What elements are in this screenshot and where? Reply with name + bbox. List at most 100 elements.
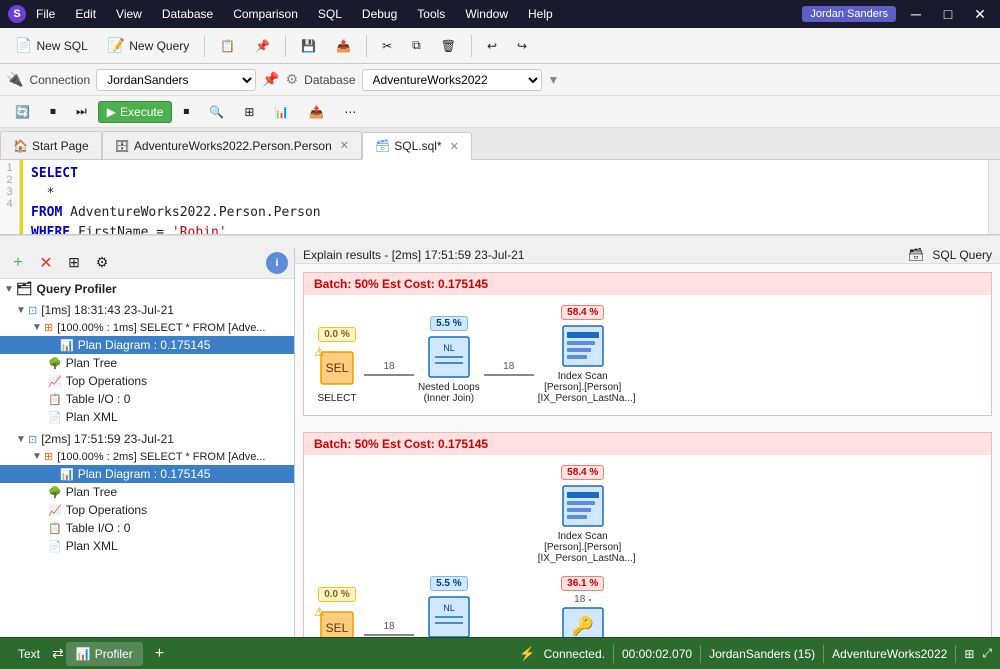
editor-text[interactable]: SELECT * FROM AdventureWorks2022.Person.… bbox=[23, 160, 988, 234]
menu-tools[interactable]: Tools bbox=[413, 5, 449, 23]
connection-icon: 🔌 bbox=[6, 71, 23, 88]
expand-all-button[interactable]: ⊞ bbox=[62, 251, 86, 275]
tab-sql-file[interactable]: 🗃 SQL.sql* ✕ bbox=[362, 132, 472, 160]
time-display: 00:00:02.070 bbox=[622, 647, 692, 661]
copy-button[interactable]: 📋 bbox=[211, 35, 244, 57]
batch1-top-ops[interactable]: 📈 Top Operations bbox=[0, 372, 294, 390]
sql-query-icon: 🗃 bbox=[908, 247, 925, 263]
batch2-table-io[interactable]: 📋 Table I/O : 0 bbox=[0, 519, 294, 537]
copy2-button[interactable]: ⧉ bbox=[403, 34, 430, 57]
batch2-query-expand: ▼ bbox=[32, 451, 44, 462]
explain-button[interactable]: 🔍 bbox=[200, 101, 233, 123]
batch2-plan-diagram[interactable]: 📊 Plan Diagram : 0.175145 bbox=[0, 465, 294, 483]
batch1-plan-diagram[interactable]: 📊 Plan Diagram : 0.175145 bbox=[0, 336, 294, 354]
tab-adventure-works[interactable]: 🗄 AdventureWorks2022.Person.Person ✕ bbox=[102, 131, 362, 159]
batch1-content: 0.0 % ⚠ SEL SELECT bbox=[304, 295, 991, 415]
menu-sql[interactable]: SQL bbox=[314, 5, 346, 23]
batch2-row[interactable]: ▼ ⊡ [2ms] 17:51:59 23-Jul-21 bbox=[0, 430, 294, 448]
editor-hscrollbar[interactable] bbox=[0, 235, 1000, 247]
new-query-button[interactable]: 📝 New Query bbox=[99, 33, 198, 58]
save-button[interactable]: 💾 bbox=[292, 35, 325, 57]
close-button[interactable]: ✕ bbox=[968, 2, 992, 26]
new-sql-button[interactable]: 📄 New SQL bbox=[6, 33, 97, 58]
toolbar-sep-3 bbox=[366, 35, 367, 57]
redo-button[interactable]: ↪ bbox=[508, 35, 536, 57]
cut-button[interactable]: ✂ bbox=[373, 35, 401, 57]
execute-button[interactable]: ▶ Execute bbox=[98, 101, 173, 123]
warning-icon-2: ⚠ bbox=[314, 605, 325, 619]
export-icon: 📤 bbox=[336, 39, 351, 53]
profiler-root-label: Query Profiler bbox=[37, 282, 117, 296]
tab-close-adventure[interactable]: ✕ bbox=[340, 139, 349, 152]
stop-exec-button[interactable]: ⏹ bbox=[174, 100, 198, 123]
menu-edit[interactable]: Edit bbox=[71, 5, 100, 23]
format-button[interactable]: ⊞ bbox=[235, 101, 263, 123]
menu-debug[interactable]: Debug bbox=[358, 5, 401, 23]
expand-icon[interactable]: ⤢ bbox=[982, 646, 992, 661]
batch1-expand: ▼ bbox=[16, 305, 28, 316]
tab-close-sql[interactable]: ✕ bbox=[450, 140, 459, 153]
batch1-children: ▼ ⊞ [100.00% : 1ms] SELECT * FROM [Adve.… bbox=[0, 319, 294, 426]
batch1-query-row[interactable]: ▼ ⊞ [100.00% : 1ms] SELECT * FROM [Adve.… bbox=[0, 319, 294, 336]
profiler-settings-button[interactable]: ⚙ bbox=[90, 251, 114, 275]
editor-line-2: * bbox=[31, 184, 980, 204]
export2-button[interactable]: 📤 bbox=[300, 101, 333, 123]
right-nodes: 58.4 % bbox=[538, 465, 628, 637]
db-expand-icon: ▼ bbox=[548, 73, 560, 87]
tab-start-page[interactable]: 🏠 Start Page bbox=[0, 131, 102, 159]
swap-icon[interactable]: ⇄ bbox=[52, 642, 64, 666]
batch1-plan-xml[interactable]: 📄 Plan XML bbox=[0, 408, 294, 426]
menu-window[interactable]: Window bbox=[461, 5, 512, 23]
step-button[interactable]: ⏭ bbox=[67, 100, 96, 123]
nl-svg-1: NL bbox=[427, 335, 471, 379]
editor-vscrollbar[interactable] bbox=[988, 160, 1000, 234]
paste-button[interactable]: 📌 bbox=[246, 35, 279, 57]
batch2-plan-xml[interactable]: 📄 Plan XML bbox=[0, 537, 294, 555]
info-button[interactable]: i bbox=[266, 252, 288, 274]
layout-icon[interactable]: ⊞ bbox=[964, 647, 974, 661]
connection-select[interactable]: JordanSanders bbox=[96, 69, 256, 91]
menu-file[interactable]: File bbox=[32, 5, 59, 23]
refresh-button[interactable]: 🔄 bbox=[6, 101, 39, 123]
batch2-top-ops[interactable]: 📈 Top Operations bbox=[0, 501, 294, 519]
batch2-query-row[interactable]: ▼ ⊞ [100.00% : 2ms] SELECT * FROM [Adve.… bbox=[0, 448, 294, 465]
export-button[interactable]: 📤 bbox=[327, 35, 360, 57]
stop-button[interactable]: ⏹ bbox=[41, 100, 65, 123]
sql-query-button[interactable]: 🗃 SQL Query bbox=[908, 247, 992, 263]
batch1-plan-tree[interactable]: 🌳 Plan Tree bbox=[0, 354, 294, 372]
top-ops-label: Top Operations bbox=[66, 374, 147, 388]
toolbar-sep-1 bbox=[204, 35, 205, 57]
status-right: ⚡ Connected. 00:00:02.070 JordanSanders … bbox=[519, 645, 992, 663]
toolbar-sep-2 bbox=[285, 35, 286, 57]
batch2-plan-tree[interactable]: 🌳 Plan Tree bbox=[0, 483, 294, 501]
add-tab-button[interactable]: + bbox=[145, 642, 174, 666]
maximize-button[interactable]: □ bbox=[936, 2, 960, 26]
save-icon: 💾 bbox=[301, 39, 316, 53]
menu-view[interactable]: View bbox=[112, 5, 146, 23]
text-tab-label: Text bbox=[18, 647, 40, 661]
is-svg-2 bbox=[561, 484, 605, 528]
database-select[interactable]: AdventureWorks2022 bbox=[362, 69, 542, 91]
menu-comparison[interactable]: Comparison bbox=[229, 5, 302, 23]
tree-root-node[interactable]: ▼ 🗂 Query Profiler bbox=[0, 279, 294, 299]
minimize-button[interactable]: ─ bbox=[904, 2, 928, 26]
menu-help[interactable]: Help bbox=[524, 5, 557, 23]
add-profiler-button[interactable]: + bbox=[6, 251, 30, 275]
batch1-row[interactable]: ▼ ⊡ [1ms] 18:31:43 23-Jul-21 bbox=[0, 301, 294, 319]
text-tab[interactable]: Text bbox=[8, 642, 50, 666]
del-button[interactable]: 🗑 bbox=[432, 35, 465, 57]
connected-icon: ⚡ bbox=[519, 646, 535, 662]
menu-database[interactable]: Database bbox=[158, 5, 217, 23]
batch1-query-expand: ▼ bbox=[32, 322, 44, 333]
chart-button[interactable]: 📊 bbox=[265, 101, 298, 123]
conn2-1: 18 bbox=[484, 361, 534, 404]
undo-button[interactable]: ↩ bbox=[478, 35, 506, 57]
batch1-table-io[interactable]: 📋 Table I/O : 0 bbox=[0, 390, 294, 408]
remove-profiler-button[interactable]: ✕ bbox=[34, 251, 58, 275]
more-button[interactable]: ⋯ bbox=[335, 101, 365, 123]
profiler-tab[interactable]: 📊 Profiler bbox=[66, 642, 143, 666]
batch2-content: 0.0 % ⚠ SEL SELECT bbox=[304, 455, 991, 637]
profiler-tree: ▼ 🗂 Query Profiler ▼ ⊡ [1ms] 18:31:43 23… bbox=[0, 279, 294, 637]
kl-row: 18 bbox=[574, 594, 591, 605]
select-label-1: SELECT bbox=[318, 393, 357, 404]
